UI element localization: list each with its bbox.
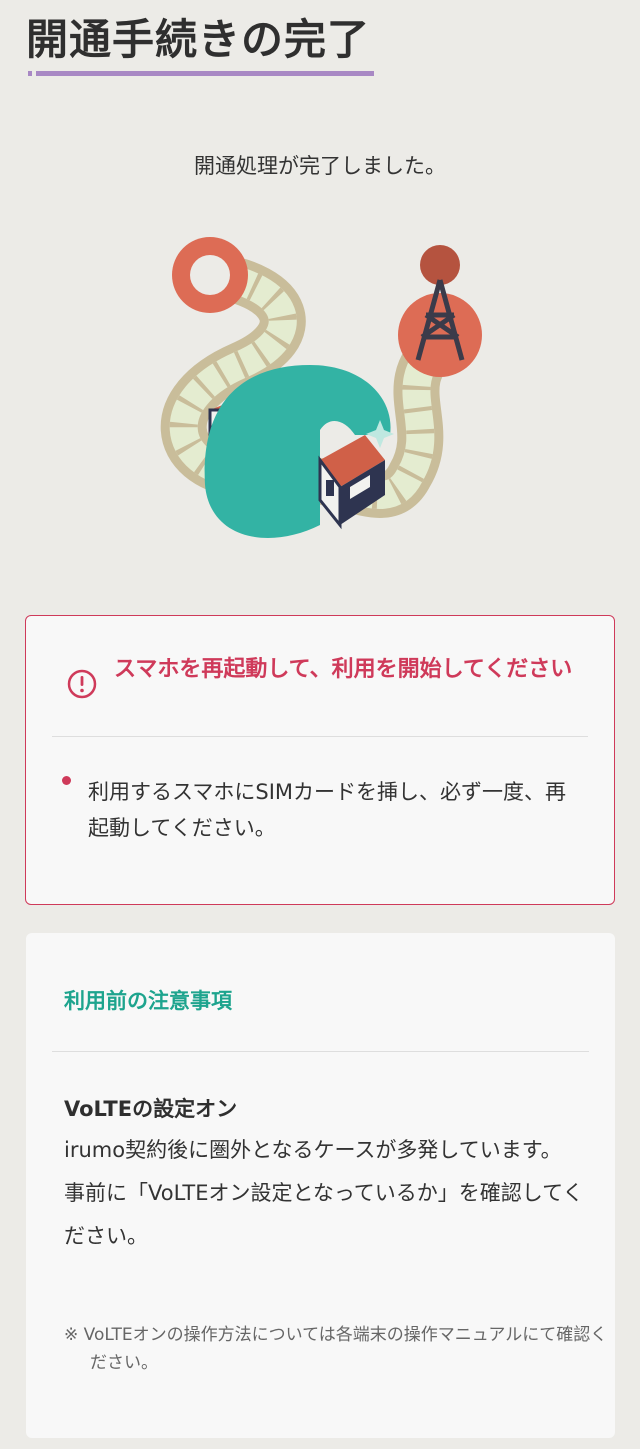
volte-heading: VoLTEの設定オン: [64, 1097, 238, 1121]
volte-footnote: ※ VoLTEオンの操作方法については各端末の操作マニュアルにて確認ください。: [64, 1325, 608, 1373]
precautions-title: 利用前の注意事項: [64, 989, 232, 1013]
precautions-card: 利用前の注意事項 VoLTEの設定オン irumo契約後に圏外となるケースが多発…: [26, 933, 615, 1438]
warning-title: スマホを再起動して、利用を開始してください: [114, 657, 573, 682]
train-tunnel-antenna-illustration: [160, 237, 482, 538]
bullet-dot: [62, 776, 71, 785]
page-title: 開通手続きの完了: [26, 15, 371, 64]
volte-description: irumo契約後に圏外となるケースが多発しています。 事前に「VoLTEオン設定…: [64, 1129, 584, 1258]
restart-warning-card: スマホを再起動して、利用を開始してください 利用するスマホにSIMカードを挿し、…: [25, 615, 615, 905]
warning-item: 利用するスマホにSIMカードを挿し、必ず一度、再起動してください。: [88, 780, 567, 840]
card-divider: [52, 736, 588, 737]
title-underline: [28, 71, 374, 76]
card-divider: [52, 1051, 589, 1052]
volte-description-line: 事前に「VoLTEオン設定となっているか」を確認してください。: [64, 1181, 584, 1248]
exclamation-circle-icon: [67, 669, 97, 699]
completion-message: 開通処理が完了しました。: [194, 154, 446, 178]
volte-description-line: irumo契約後に圏外となるケースが多発しています。: [64, 1138, 562, 1162]
